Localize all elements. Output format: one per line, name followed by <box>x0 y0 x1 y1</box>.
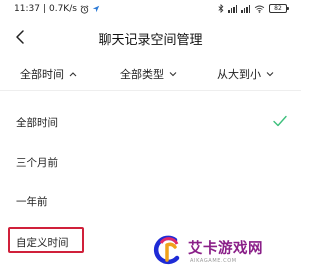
option-label: 自定义时间 <box>16 237 69 249</box>
status-left: 11:37 | 0.7K/s <box>14 4 100 14</box>
checkmark-icon <box>273 115 287 127</box>
filter-sort[interactable]: 从大到小 <box>217 66 274 82</box>
filter-type[interactable]: 全部类型 <box>120 66 177 82</box>
option-one-year[interactable]: 一年前 <box>0 182 301 222</box>
filter-bar: 全部时间 全部类型 从大到小 <box>0 58 301 90</box>
option-three-months[interactable]: 三个月前 <box>0 143 301 183</box>
status-time: 11:37 <box>14 4 40 14</box>
watermark-text: 艾卡游戏网 <box>188 241 263 257</box>
option-label: 一年前 <box>16 196 48 208</box>
network-speed: 0.7K/s <box>48 4 77 14</box>
filter-time-label: 全部时间 <box>20 68 64 81</box>
filter-time[interactable]: 全部时间 <box>20 66 77 82</box>
watermark: 艾卡游戏网 AIKAGAME.COM <box>150 230 300 270</box>
option-label: 全部时间 <box>16 117 58 129</box>
location-arrow-icon <box>92 5 100 13</box>
alarm-icon <box>80 4 89 14</box>
watermark-subtext: AIKAGAME.COM <box>190 258 237 264</box>
status-right: 82 <box>218 4 289 13</box>
page-title: 聊天记录空间管理 <box>98 33 203 48</box>
signal-icon-2 <box>241 4 250 13</box>
option-label: 三个月前 <box>16 157 58 169</box>
filter-type-label: 全部类型 <box>120 68 164 81</box>
watermark-logo-icon <box>153 235 180 265</box>
filter-sort-label: 从大到小 <box>217 68 261 81</box>
signal-icon-1 <box>228 4 237 13</box>
chevron-up-icon <box>69 72 77 77</box>
filter-divider <box>0 90 301 91</box>
title-bar: 聊天记录空间管理 <box>0 22 301 52</box>
bluetooth-icon <box>218 4 224 13</box>
chevron-down-icon <box>266 72 274 77</box>
chevron-down-icon <box>169 72 177 77</box>
option-all-time[interactable]: 全部时间 <box>0 103 301 143</box>
wifi-icon <box>254 5 265 13</box>
status-separator: | <box>42 4 46 14</box>
screen: 11:37 | 0.7K/s 82 聊天记录空间管理 全部时间 全部类型 从大到… <box>0 0 301 275</box>
battery-icon: 82 <box>269 4 289 13</box>
status-bar: 11:37 | 0.7K/s 82 <box>0 0 301 20</box>
